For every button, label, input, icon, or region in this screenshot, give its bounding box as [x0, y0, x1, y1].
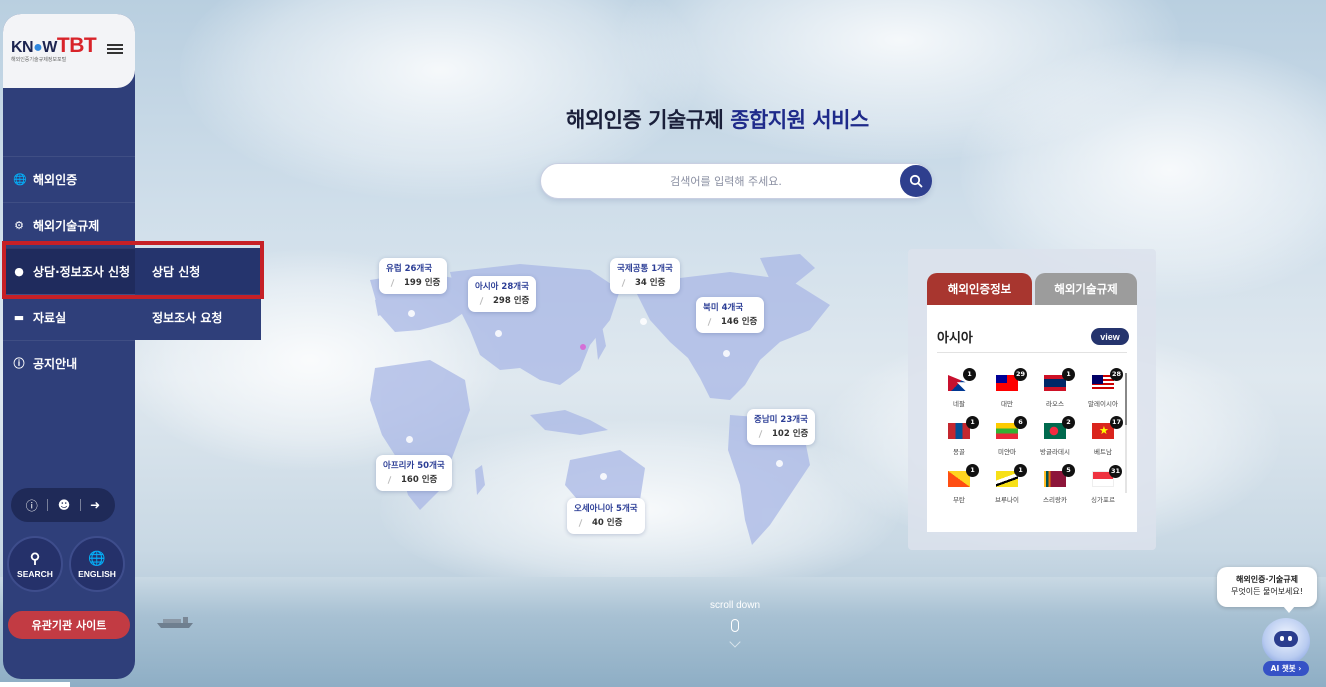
country-item[interactable]: 28 말레이시아: [1085, 368, 1123, 408]
region-dot: [640, 318, 647, 325]
flag-srilanka-icon: 5: [1044, 464, 1075, 487]
submenu: 상담 신청 정보조사 요청: [135, 248, 261, 340]
logo[interactable]: KN●WTBT: [11, 34, 97, 58]
flag-taiwan-icon: 29: [996, 368, 1027, 391]
view-button[interactable]: view: [1091, 328, 1129, 345]
country-item[interactable]: 1 몽골: [941, 416, 979, 456]
region-dot: [495, 330, 502, 337]
logo-area: KN●WTBT 해외인증기술규제정보포털: [3, 14, 135, 88]
chevron-down-icon: [729, 636, 741, 648]
menu-item-notice[interactable]: ⓘ 공지안내: [3, 340, 135, 386]
tab-certification-info[interactable]: 해외인증정보: [927, 273, 1032, 305]
region-label-international[interactable]: 국제공통 1개국 34 인증: [610, 258, 680, 294]
country-item[interactable]: 1 라오스: [1037, 368, 1075, 408]
panel-heading: 아시아: [937, 331, 973, 346]
info-panel: 아시아 view 1 네팔 29 대만 1 라오스 28 말레이시아 1 몽골: [927, 305, 1137, 532]
region-dot: [600, 473, 607, 480]
utility-bar: ⓘ ☻ ➜: [11, 488, 115, 522]
region-label-latin-america[interactable]: 중남미 23개국 102 인증: [747, 409, 816, 445]
search-shortcut-button[interactable]: ⚲ SEARCH: [7, 536, 63, 592]
flag-laos-icon: 1: [1044, 368, 1075, 391]
region-label-north-america[interactable]: 북미 4개국 146 인증: [696, 297, 765, 333]
flag-mongolia-icon: 1: [948, 416, 979, 439]
country-item[interactable]: 1 네팔: [941, 368, 977, 408]
region-label-europe[interactable]: 유럽 26개국 199 인증: [379, 258, 448, 294]
flag-bhutan-icon: 1: [948, 464, 979, 487]
korea-marker: [580, 344, 586, 350]
sidebar: KN●WTBT 해외인증기술규제정보포털 🌐 해외인증 ⚙ 해외기술규제 ● 상…: [3, 14, 135, 679]
search-bar: [540, 163, 932, 199]
globe-icon: 🌐: [13, 172, 27, 186]
info-icon: ⓘ: [13, 356, 25, 370]
menu-item-consultation[interactable]: ● 상담·정보조사 신청: [3, 248, 135, 294]
search-input[interactable]: [541, 164, 891, 198]
region-label-oceania[interactable]: 오세아니아 5개국 40 인증: [567, 498, 645, 534]
chatbot-robot-icon[interactable]: [1262, 618, 1310, 664]
globe-icon: 🌐: [88, 549, 106, 566]
flag-malaysia-icon: 28: [1092, 368, 1123, 391]
country-item[interactable]: 2 방글라데시: [1037, 416, 1075, 456]
folder-icon: ▬: [13, 310, 25, 324]
country-item[interactable]: 6 미얀마: [989, 416, 1027, 456]
menu-item-regulation[interactable]: ⚙ 해외기술규제: [3, 202, 135, 248]
mouse-icon: [731, 619, 739, 632]
flag-brunei-icon: 1: [996, 464, 1027, 487]
gear-icon: ⚙: [14, 218, 24, 232]
country-item[interactable]: 5 스리랑카: [1037, 464, 1075, 504]
main-menu: 🌐 해외인증 ⚙ 해외기술규제 ● 상담·정보조사 신청 ▬ 자료실 ⓘ 공지안…: [3, 156, 135, 386]
submenu-item-consult-request[interactable]: 상담 신청: [135, 248, 261, 294]
page-title: 해외인증 기술규제 종합지원 서비스: [566, 108, 869, 132]
panel-scrollbar-thumb[interactable]: [1125, 373, 1127, 425]
country-item[interactable]: 31 싱가포르: [1085, 465, 1122, 504]
country-item[interactable]: 1 부탄: [941, 464, 979, 504]
logo-subtitle: 해외인증기술규제정보포털: [11, 57, 67, 63]
menu-item-certification[interactable]: 🌐 해외인증: [3, 156, 135, 202]
search-button[interactable]: [900, 165, 932, 197]
english-site-button[interactable]: 🌐 ENGLISH: [69, 536, 125, 592]
logout-icon[interactable]: ➜: [90, 498, 100, 512]
scroll-down-indicator[interactable]: scroll down: [705, 600, 765, 648]
search-icon: [909, 174, 923, 188]
chat-icon: ●: [14, 264, 24, 278]
region-dot: [406, 436, 413, 443]
country-item[interactable]: ★ 17 베트남: [1085, 416, 1123, 456]
submenu-item-info-request[interactable]: 정보조사 요청: [135, 294, 261, 340]
info-icon[interactable]: ⓘ: [26, 497, 38, 514]
region-dot: [408, 310, 415, 317]
flag-myanmar-icon: 6: [996, 416, 1027, 439]
country-item[interactable]: 1 브루나이: [989, 464, 1027, 504]
user-icon[interactable]: ☻: [58, 498, 71, 512]
region-dot: [723, 350, 730, 357]
flag-vietnam-icon: ★ 17: [1092, 416, 1123, 439]
region-label-asia[interactable]: 아시아 28개국 298 인증: [468, 276, 537, 312]
flag-singapore-icon: 31: [1092, 465, 1122, 487]
country-item[interactable]: 29 대만: [989, 368, 1027, 408]
menu-item-archive[interactable]: ▬ 자료실: [3, 294, 135, 340]
chatbot-bubble[interactable]: 해외인증·기술규제 무엇이든 물어보세요!: [1217, 567, 1317, 613]
bottom-edge-tab: [0, 682, 70, 687]
flag-bangladesh-icon: 2: [1044, 416, 1075, 439]
region-label-africa[interactable]: 아프리카 50개국 160 인증: [376, 455, 452, 491]
ai-chatbot-button[interactable]: AI 챗봇 ›: [1263, 661, 1309, 676]
menu-toggle-icon[interactable]: [107, 44, 123, 54]
search-icon: ⚲: [29, 549, 41, 566]
region-dot: [776, 460, 783, 467]
ship-icon: [157, 617, 193, 628]
related-sites-button[interactable]: 유관기관 사이트: [8, 611, 130, 639]
tab-technical-regulation[interactable]: 해외기술규제: [1035, 273, 1137, 305]
